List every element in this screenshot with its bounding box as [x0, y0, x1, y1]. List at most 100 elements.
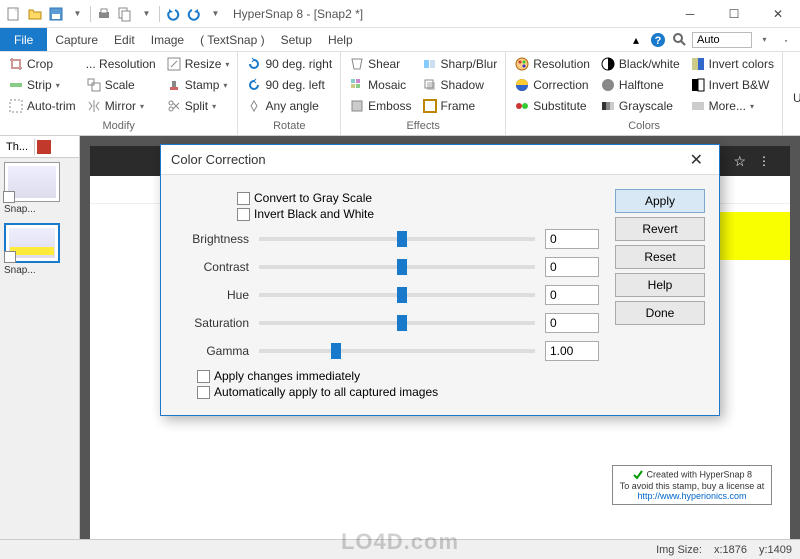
done-button[interactable]: Done — [615, 301, 705, 325]
slider-value[interactable] — [545, 257, 599, 277]
rotate-right-button[interactable]: 90 deg. right — [242, 54, 336, 74]
autotrim-button[interactable]: Auto-trim — [4, 96, 80, 116]
slider-track[interactable] — [259, 321, 535, 325]
slider-track[interactable] — [259, 237, 535, 241]
resize-icon — [166, 56, 182, 72]
slider-thumb[interactable] — [397, 287, 407, 303]
apply-immediately-checkbox[interactable] — [197, 370, 210, 383]
invertbw-button[interactable]: Invert B&W — [686, 75, 778, 95]
invertcolors-button[interactable]: Invert colors — [686, 54, 778, 74]
apply-all-checkbox[interactable] — [197, 386, 210, 399]
strip-button[interactable]: Strip▾ — [4, 75, 80, 95]
usertools-button[interactable]: User tools▾ — [787, 54, 800, 127]
copy-icon[interactable] — [115, 4, 135, 24]
slider-label: Hue — [175, 288, 249, 302]
slider-row-gamma: Gamma — [175, 341, 599, 361]
grayscale-button[interactable]: Grayscale — [596, 96, 684, 116]
zoom-icon[interactable] — [670, 30, 690, 50]
more-dropdown-icon[interactable]: ▼ — [136, 4, 156, 24]
close-button[interactable]: ✕ — [756, 0, 800, 28]
mosaic-button[interactable]: Mosaic — [345, 75, 415, 95]
resolution-button[interactable]: ... Resolution — [82, 54, 160, 74]
menu-image[interactable]: Image — [143, 28, 192, 51]
pin-icon[interactable] — [37, 140, 51, 154]
menu-help[interactable]: Help — [320, 28, 361, 51]
menu-edit[interactable]: Edit — [106, 28, 143, 51]
color-correction-dialog: Color Correction ✕ Convert to Gray Scale… — [160, 144, 720, 416]
correction-button[interactable]: Correction — [510, 75, 594, 95]
reset-button[interactable]: Reset — [615, 245, 705, 269]
usertools-label: User tools — [793, 91, 800, 105]
ribbon-group-usertools: User tools▾ — [783, 52, 800, 135]
invertbw-icon — [690, 77, 706, 93]
rotate-any-button[interactable]: Any angle — [242, 96, 336, 116]
thumb-checkbox[interactable] — [4, 251, 16, 263]
slider-thumb[interactable] — [331, 343, 341, 359]
slider-thumb[interactable] — [397, 231, 407, 247]
save-icon[interactable] — [46, 4, 66, 24]
expand-icon[interactable]: ▴ — [626, 30, 646, 50]
redo-icon[interactable] — [184, 4, 204, 24]
slider-row-brightness: Brightness — [175, 229, 599, 249]
customize-dropdown-icon[interactable]: ▼ — [205, 4, 225, 24]
shadow-button[interactable]: Shadow — [418, 75, 502, 95]
color-resolution-button[interactable]: Resolution — [510, 54, 594, 74]
file-menu[interactable]: File — [0, 28, 47, 51]
new-icon[interactable] — [4, 4, 24, 24]
revert-button[interactable]: Revert — [615, 217, 705, 241]
crop-button[interactable]: Crop — [4, 54, 80, 74]
thumb-item[interactable]: Snap... — [4, 162, 75, 215]
slider-thumb[interactable] — [397, 259, 407, 275]
frame-button[interactable]: Frame — [418, 96, 502, 116]
minimize-button[interactable]: ─ — [668, 0, 712, 28]
scale-button[interactable]: Scale — [82, 75, 160, 95]
slider-track[interactable] — [259, 265, 535, 269]
slider-value[interactable] — [545, 313, 599, 333]
zoom-select[interactable]: Auto — [692, 32, 752, 48]
help-icon[interactable]: ? — [648, 30, 668, 50]
mirror-label: Mirror — [105, 99, 136, 113]
slider-track[interactable] — [259, 293, 535, 297]
convert-gray-checkbox[interactable] — [237, 192, 250, 205]
ribbon-group-rotate: 90 deg. right 90 deg. left Any angle Rot… — [238, 52, 341, 135]
stamp-url[interactable]: http://www.hyperionics.com — [637, 491, 746, 501]
menu-textsnap[interactable]: ( TextSnap ) — [192, 28, 272, 51]
mirror-button[interactable]: Mirror▾ — [82, 96, 160, 116]
zoom-dropdown-icon[interactable]: ▾ — [754, 30, 774, 50]
sidebar-tab-thumbs[interactable]: Th... — [0, 139, 35, 155]
emboss-button[interactable]: Emboss — [345, 96, 415, 116]
sharpblur-button[interactable]: Sharp/Blur — [418, 54, 502, 74]
dialog-titlebar[interactable]: Color Correction ✕ — [161, 145, 719, 175]
slider-value[interactable] — [545, 341, 599, 361]
slider-thumb[interactable] — [397, 315, 407, 331]
help-button[interactable]: Help — [615, 273, 705, 297]
split-button[interactable]: Split▾ — [162, 96, 234, 116]
rotate-left-button[interactable]: 90 deg. left — [242, 75, 336, 95]
thumb-item[interactable]: Snap... — [4, 223, 75, 276]
halftone-label: Halftone — [619, 78, 664, 92]
open-icon[interactable] — [25, 4, 45, 24]
stamp-button[interactable]: Stamp▾ — [162, 75, 234, 95]
thumb-checkbox[interactable] — [3, 191, 15, 203]
slider-value[interactable] — [545, 285, 599, 305]
resize-button[interactable]: Resize▾ — [162, 54, 234, 74]
menu-capture[interactable]: Capture — [47, 28, 106, 51]
saveas-dropdown-icon[interactable]: ▼ — [67, 4, 87, 24]
slider-row-saturation: Saturation — [175, 313, 599, 333]
blackwhite-button[interactable]: Black/white — [596, 54, 684, 74]
shear-button[interactable]: Shear — [345, 54, 415, 74]
slider-track[interactable] — [259, 349, 535, 353]
dialog-close-button[interactable]: ✕ — [684, 150, 709, 170]
more-icon[interactable]: · — [776, 30, 796, 50]
print-icon[interactable] — [94, 4, 114, 24]
maximize-button[interactable]: ☐ — [712, 0, 756, 28]
menu-setup[interactable]: Setup — [273, 28, 320, 51]
slider-value[interactable] — [545, 229, 599, 249]
substitute-button[interactable]: Substitute — [510, 96, 594, 116]
mosaic-label: Mosaic — [368, 78, 406, 92]
apply-button[interactable]: Apply — [615, 189, 705, 213]
undo-icon[interactable] — [163, 4, 183, 24]
invert-bw-checkbox[interactable] — [237, 208, 250, 221]
halftone-button[interactable]: Halftone — [596, 75, 684, 95]
more-button[interactable]: More...▾ — [686, 96, 778, 116]
